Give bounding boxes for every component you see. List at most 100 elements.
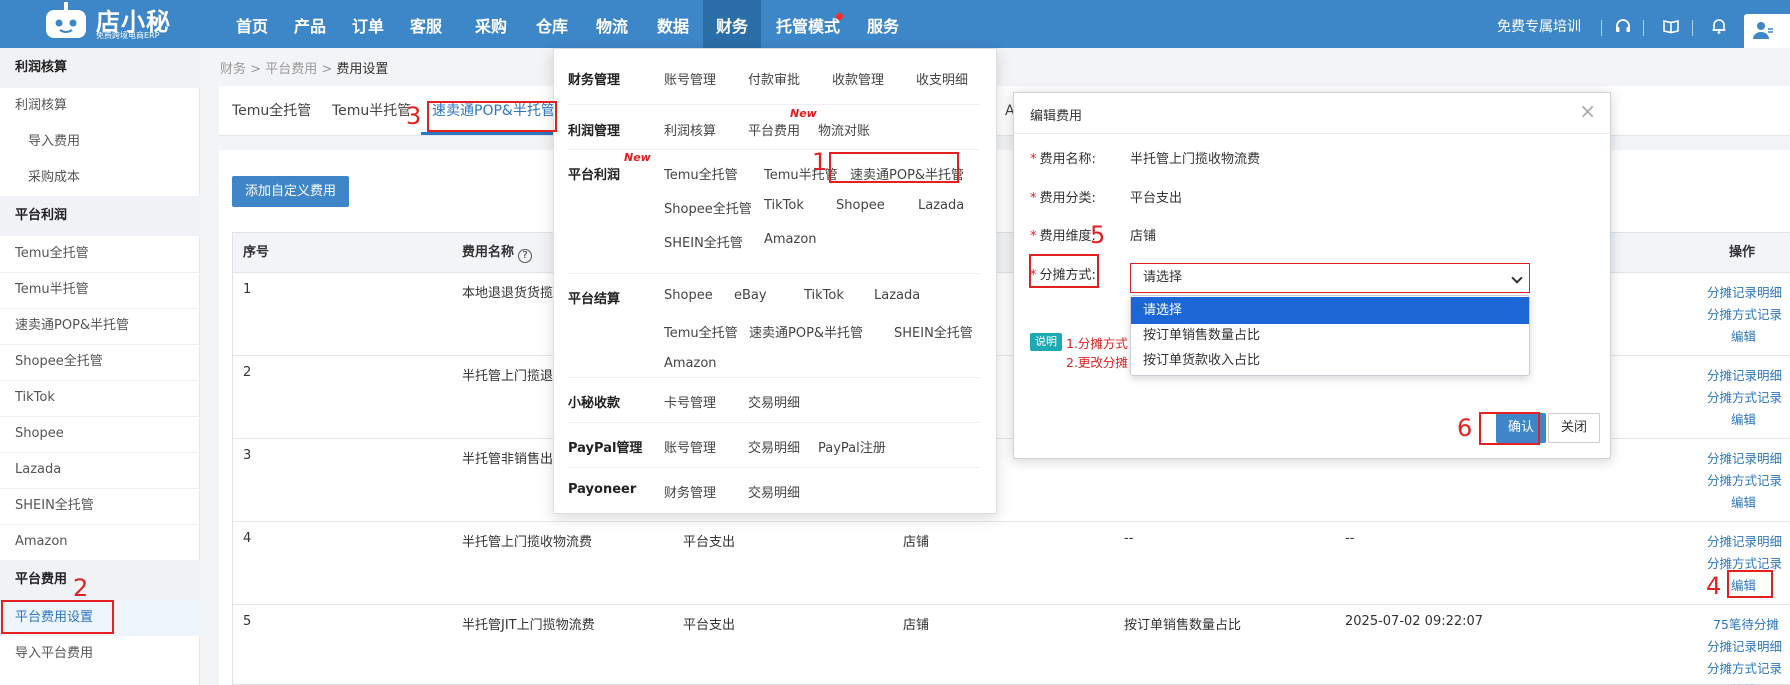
pending-allocation-link[interactable]: 75笔待分摊 bbox=[1707, 614, 1790, 636]
menu-link[interactable]: eBay bbox=[734, 288, 767, 303]
close-button[interactable]: 关闭 bbox=[1548, 413, 1600, 443]
bell-icon[interactable] bbox=[1710, 17, 1728, 35]
menu-link[interactable]: 卡号管理 bbox=[664, 392, 716, 411]
sidebar-item-import-platform-fees[interactable]: 导入平台费用 bbox=[0, 636, 200, 672]
menu-link[interactable]: PayPal注册 bbox=[818, 437, 886, 456]
edit-link[interactable]: 编辑 bbox=[1707, 409, 1790, 431]
menu-category: 小秘收款 bbox=[568, 396, 621, 411]
cell-dimension: 店铺 bbox=[903, 535, 930, 550]
nav-products[interactable]: 产品 bbox=[281, 0, 339, 48]
sidebar-item-purchase-cost[interactable]: 采购成本 bbox=[0, 160, 200, 196]
menu-link[interactable]: SHEIN全托管 bbox=[664, 232, 743, 251]
add-custom-fee-button[interactable]: 添加自定义费用 bbox=[232, 176, 349, 207]
menu-link[interactable]: Shopee bbox=[836, 198, 885, 213]
nav-logistics[interactable]: 物流 bbox=[583, 0, 641, 48]
menu-row-finance-mgmt: 财务管理 账号管理 付款审批 收款管理 收支明细 bbox=[568, 49, 980, 105]
nav-customer-service[interactable]: 客服 bbox=[397, 0, 455, 48]
user-menu[interactable] bbox=[1744, 14, 1790, 48]
nav-data[interactable]: 数据 bbox=[644, 0, 702, 48]
sidebar-item-profit-calc[interactable]: 利润核算 bbox=[0, 88, 200, 124]
book-icon[interactable] bbox=[1662, 17, 1680, 35]
allocation-detail-link[interactable]: 分摊记录明细 bbox=[1707, 636, 1790, 658]
menu-link[interactable]: Amazon bbox=[764, 232, 817, 247]
option-please-select[interactable]: 请选择 bbox=[1131, 297, 1529, 324]
cell-category: 平台支出 bbox=[683, 618, 736, 633]
annotation-box-4 bbox=[1727, 570, 1773, 598]
allocation-detail-link[interactable]: 分摊记录明细 bbox=[1707, 448, 1790, 470]
menu-link[interactable]: 交易明细 bbox=[748, 392, 800, 411]
nav-warehouse[interactable]: 仓库 bbox=[523, 0, 581, 48]
nav-home[interactable]: 首页 bbox=[223, 0, 281, 48]
menu-link[interactable]: Lazada bbox=[874, 288, 920, 303]
menu-link[interactable]: SHEIN全托管 bbox=[894, 322, 973, 341]
menu-link[interactable]: 速卖通POP&半托管 bbox=[749, 322, 863, 341]
breadcrumb-current: 费用设置 bbox=[336, 62, 389, 77]
menu-row-platform-settlement: 平台结算 Shopee eBay TikTok Lazada Temu全托管 速… bbox=[568, 274, 980, 378]
menu-link[interactable]: Temu全托管 bbox=[664, 164, 738, 183]
option-by-revenue[interactable]: 按订单货款收入占比 bbox=[1131, 347, 1529, 374]
divider bbox=[1014, 133, 1610, 134]
menu-link[interactable]: Lazada bbox=[918, 198, 964, 213]
nav-finance[interactable]: 财务 bbox=[703, 0, 761, 48]
allocation-method-link[interactable]: 分摊方式记录 bbox=[1707, 304, 1790, 326]
sidebar-item-shopee[interactable]: Shopee bbox=[0, 416, 200, 452]
menu-link[interactable]: 交易明细 bbox=[748, 437, 800, 456]
menu-link[interactable]: 物流对账 bbox=[818, 120, 870, 139]
sidebar-item-import-fees[interactable]: 导入费用 bbox=[0, 124, 200, 160]
breadcrumb-platform-fees[interactable]: 平台费用 bbox=[265, 62, 317, 77]
allocation-method-link[interactable]: 分摊方式记录 bbox=[1707, 470, 1790, 492]
sidebar-item-lazada[interactable]: Lazada bbox=[0, 452, 200, 488]
menu-link[interactable]: 交易明细 bbox=[748, 482, 800, 501]
sidebar-item-shopee-full[interactable]: Shopee全托管 bbox=[0, 344, 200, 380]
sidebar-item-temu-full[interactable]: Temu全托管 bbox=[0, 236, 200, 272]
cell-name: 半托管JIT上门揽物流费 bbox=[462, 618, 595, 633]
allocation-method-select[interactable]: 请选择 bbox=[1130, 263, 1530, 293]
menu-link[interactable]: 利润核算 bbox=[664, 120, 716, 139]
annotation-number-5: 5 bbox=[1090, 221, 1106, 249]
cell-dimension: 店铺 bbox=[903, 618, 930, 633]
allocation-detail-link[interactable]: 分摊记录明细 bbox=[1707, 531, 1790, 553]
edit-link[interactable]: 编辑 bbox=[1707, 680, 1790, 685]
allocation-detail-link[interactable]: 分摊记录明细 bbox=[1707, 282, 1790, 304]
divider bbox=[1692, 20, 1693, 36]
fee-dimension-value: 店铺 bbox=[1130, 229, 1157, 244]
free-training-link[interactable]: 免费专属培训 bbox=[1497, 0, 1581, 48]
close-icon[interactable]: × bbox=[1579, 99, 1596, 123]
tab-temu-full[interactable]: Temu全托管 bbox=[232, 86, 311, 136]
menu-link[interactable]: 收款管理 bbox=[832, 69, 884, 88]
divider bbox=[1601, 20, 1602, 36]
menu-link[interactable]: TikTok bbox=[764, 198, 804, 213]
sidebar-item-temu-semi[interactable]: Temu半托管 bbox=[0, 272, 200, 308]
menu-link[interactable]: Shopee bbox=[664, 288, 713, 303]
menu-link[interactable]: Shopee全托管 bbox=[664, 198, 752, 217]
nav-purchase[interactable]: 采购 bbox=[462, 0, 520, 48]
sidebar-item-aliexpress[interactable]: 速卖通POP&半托管 bbox=[0, 308, 200, 344]
menu-link[interactable]: 账号管理 bbox=[664, 69, 716, 88]
sidebar-item-amazon[interactable]: Amazon bbox=[0, 524, 200, 560]
nav-service[interactable]: 服务 bbox=[854, 0, 912, 48]
help-icon[interactable]: ? bbox=[518, 249, 533, 263]
option-by-sales-qty[interactable]: 按订单销售数量占比 bbox=[1131, 322, 1529, 349]
menu-link[interactable]: 平台费用 bbox=[748, 120, 800, 139]
edit-link[interactable]: 编辑 bbox=[1707, 326, 1790, 348]
nav-orders[interactable]: 订单 bbox=[339, 0, 397, 48]
menu-link[interactable]: Amazon bbox=[664, 356, 717, 371]
sidebar-item-tiktok[interactable]: TikTok bbox=[0, 380, 200, 416]
logo[interactable]: 店小秘 免费跨境电商ERP bbox=[42, 2, 192, 44]
edit-link[interactable]: 编辑 bbox=[1707, 492, 1790, 514]
menu-link[interactable]: 付款审批 bbox=[748, 69, 800, 88]
sidebar: 利润核算 利润核算 导入费用 采购成本 平台利润 Temu全托管 Temu半托管… bbox=[0, 48, 200, 685]
menu-link[interactable]: Temu全托管 bbox=[664, 322, 738, 341]
menu-link[interactable]: 财务管理 bbox=[664, 482, 716, 501]
menu-link[interactable]: TikTok bbox=[804, 288, 844, 303]
allocation-method-link[interactable]: 分摊方式记录 bbox=[1707, 658, 1790, 680]
breadcrumb-finance[interactable]: 财务 bbox=[220, 62, 246, 77]
menu-link[interactable]: 收支明细 bbox=[916, 69, 968, 88]
menu-link[interactable]: 账号管理 bbox=[664, 437, 716, 456]
sidebar-item-shein[interactable]: SHEIN全托管 bbox=[0, 488, 200, 524]
nav-hosted-mode[interactable]: 托管模式 bbox=[768, 0, 848, 48]
allocation-method-link[interactable]: 分摊方式记录 bbox=[1707, 387, 1790, 409]
headset-icon[interactable] bbox=[1614, 17, 1632, 35]
allocation-detail-link[interactable]: 分摊记录明细 bbox=[1707, 365, 1790, 387]
tab-temu-semi[interactable]: Temu半托管 bbox=[332, 86, 411, 136]
